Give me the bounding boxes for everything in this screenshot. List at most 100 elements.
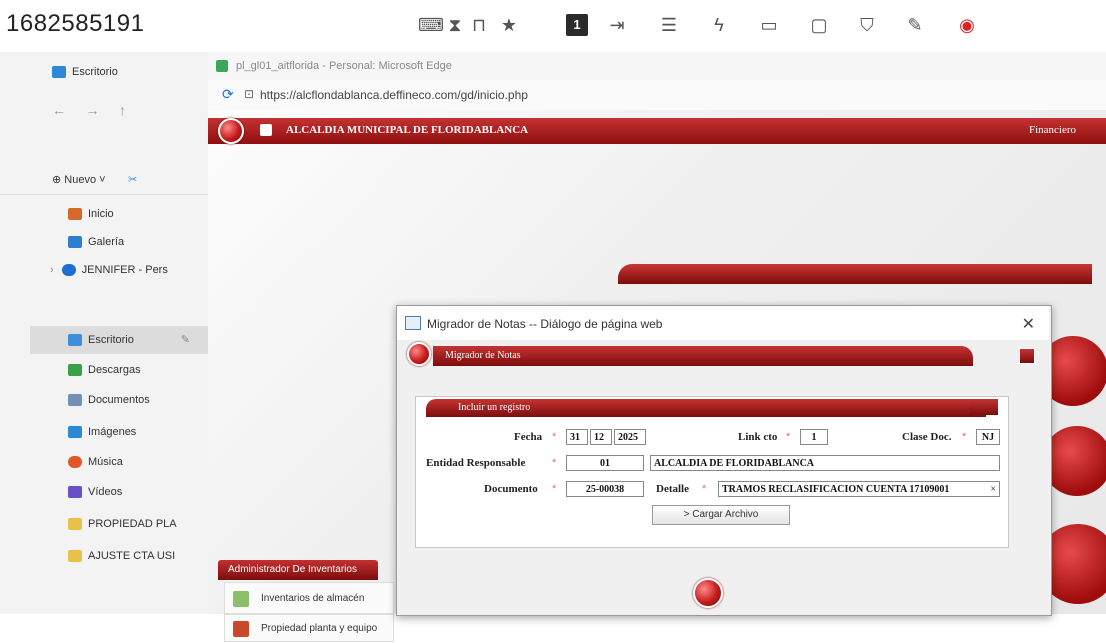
required-mark: * <box>962 431 967 443</box>
sidebar-item-label: JENNIFER - Pers <box>81 264 168 276</box>
module-label[interactable]: Financiero <box>1029 124 1076 136</box>
home-icon <box>68 208 82 221</box>
required-mark: * <box>552 431 557 443</box>
translate-icon[interactable]: ⌨ <box>418 14 444 36</box>
bottom-logo-ball <box>693 578 723 608</box>
fecha-year-input[interactable]: 2025 <box>614 429 646 445</box>
folder-icon <box>68 550 82 563</box>
dialog-titlebar: Migrador de Notas -- Diálogo de página w… <box>397 306 1049 340</box>
inventory-icon <box>233 591 249 607</box>
lock-icon[interactable]: ⊓ <box>468 14 490 36</box>
sidebar-item-label: Galería <box>88 236 125 248</box>
migrador-dialog: Migrador de Notas -- Diálogo de página w… <box>396 305 1052 616</box>
cargar-archivo-button[interactable]: > Cargar Archivo <box>652 505 790 525</box>
back-arrow-icon[interactable]: ← <box>52 102 66 118</box>
link-cto-label: Link cto <box>738 431 778 443</box>
form-window-buttons-icon[interactable] <box>970 399 998 415</box>
clase-doc-input[interactable]: NJ <box>976 429 1000 445</box>
session-id-label: 1682585191 <box>6 10 145 37</box>
link-cto-input[interactable]: 1 <box>800 429 828 445</box>
required-mark: * <box>786 431 791 443</box>
inventory-item-label: Propiedad planta y equipo <box>261 623 378 634</box>
migrador-logo-ball <box>407 342 431 366</box>
required-mark: * <box>552 483 557 495</box>
url-text[interactable]: https://alcflondablanca.deffineco.com/gd… <box>260 88 528 102</box>
fecha-month-input[interactable]: 12 <box>590 429 612 445</box>
sidebar-item-label: Escritorio <box>88 334 134 346</box>
sidebar-item-label: PROPIEDAD PLA <box>88 518 177 530</box>
lock-icon: ⊡ <box>244 87 255 101</box>
pen-icon[interactable]: ✎ <box>904 14 926 36</box>
refresh-icon[interactable]: ⟳ <box>222 86 234 103</box>
address-bar[interactable]: ⟳ ⊡ https://alcflondablanca.deffineco.co… <box>208 80 1106 111</box>
forward-arrow-icon[interactable]: → <box>85 102 99 118</box>
record-icon[interactable]: ◉ <box>956 14 978 36</box>
sidebar-item-label: AJUSTE CTA USI <box>88 550 176 562</box>
up-arrow-icon[interactable]: ↑ <box>119 102 126 118</box>
required-mark: * <box>702 483 707 495</box>
documento-label: Documento <box>484 483 538 495</box>
desktop-icon <box>68 334 82 347</box>
fecha-label: Fecha <box>514 431 543 443</box>
download-icon <box>68 364 82 377</box>
documents-icon <box>68 394 82 407</box>
video-icon <box>68 486 82 499</box>
sidebar-item-label: Descargas <box>88 364 141 376</box>
plus-icon: ⊕ <box>52 174 62 186</box>
close-icon[interactable]: ✕ <box>1022 314 1035 334</box>
sidebar-item-escritorio[interactable]: Escritorio ✎ <box>30 326 208 354</box>
menu-box-icon[interactable] <box>1019 348 1035 364</box>
gallery-icon <box>68 236 82 249</box>
file-explorer-sidebar: Escritorio ← → ↑ ⊕ Nuevo ˅ ✂ Inicio Gale… <box>0 52 260 614</box>
app-title: ALCALDIA MUNICIPAL DE FLORIDABLANCA <box>286 124 529 136</box>
flash-icon[interactable]: ϟ <box>708 14 730 36</box>
detalle-label: Detalle <box>656 483 689 495</box>
sidebar-item-label: Documentos <box>88 394 150 406</box>
form-title: Incluir un registro <box>426 399 986 417</box>
one-badge-icon[interactable]: 1 <box>566 14 588 36</box>
desktop-icon <box>52 66 66 79</box>
app-doc-icon <box>260 124 272 136</box>
documento-input[interactable]: 25-00038 <box>566 481 644 497</box>
notes-icon[interactable]: ☰ <box>658 14 680 36</box>
music-icon <box>68 456 82 469</box>
app-header-bar: ALCALDIA MUNICIPAL DE FLORIDABLANCA Fina… <box>208 118 1106 144</box>
app-logo-ball <box>218 118 244 144</box>
required-mark: * <box>552 457 557 469</box>
inventory-header[interactable]: Administrador De Inventarios <box>218 560 378 580</box>
browser-title: pl_gl01_aitflorida - Personal: Microsoft… <box>236 60 452 72</box>
fecha-day-input[interactable]: 31 <box>566 429 588 445</box>
top-toolbar: 1682585191 ⌨ ⧗ ⊓ ★ 1 ⇥ ☰ ϟ ▭ ▢ ⛉ ✎ ◉ <box>0 0 1106 52</box>
chevron-right-icon[interactable]: › <box>50 264 54 276</box>
desktop-title-label: Escritorio <box>72 66 118 78</box>
cloud-icon <box>61 264 76 277</box>
cut-icon[interactable]: ✂ <box>128 166 137 194</box>
sidebar-item-label: Vídeos <box>88 486 123 498</box>
form-panel: Incluir un registro Fecha * 31 12 2025 L… <box>415 396 1009 548</box>
inventory-item-propiedad[interactable]: Propiedad planta y equipo <box>224 614 394 642</box>
decorative-bar <box>618 264 1092 284</box>
star-icon[interactable]: ★ <box>498 14 520 36</box>
entidad-code-input[interactable]: 01 <box>566 455 644 471</box>
clase-doc-label: Clase Doc. <box>902 431 952 443</box>
entidad-name-input[interactable]: ALCALDIA DE FLORIDABLANCA <box>650 455 1000 471</box>
monitor-icon[interactable]: ▢ <box>808 14 830 36</box>
pictures-icon <box>68 426 82 439</box>
shield-icon[interactable]: ⛉ <box>856 14 878 36</box>
inventory-item-almacen[interactable]: Inventarios de almacén <box>224 582 394 614</box>
building-icon <box>233 621 249 637</box>
sidebar-item-label: Música <box>88 456 123 468</box>
folder-icon <box>68 518 82 531</box>
dialog-window-icon <box>405 316 421 330</box>
inventory-item-label: Inventarios de almacén <box>261 593 365 604</box>
detalle-value: TRAMOS RECLASIFICACION CUENTA 17109001 <box>722 484 950 495</box>
timer-icon[interactable]: ⧗ <box>444 14 466 36</box>
sidebar-item-label: Inicio <box>88 208 114 220</box>
keyboard-icon[interactable]: ▭ <box>758 14 780 36</box>
exit-icon[interactable]: ⇥ <box>606 14 628 36</box>
sidebar-item-label: Imágenes <box>88 426 137 438</box>
detalle-input[interactable]: TRAMOS RECLASIFICACION CUENTA 17109001 × <box>718 481 1000 497</box>
clear-icon[interactable]: × <box>990 482 996 496</box>
form-header: Incluir un registro <box>416 397 1008 419</box>
dialog-title: Migrador de Notas -- Diálogo de página w… <box>427 317 663 331</box>
